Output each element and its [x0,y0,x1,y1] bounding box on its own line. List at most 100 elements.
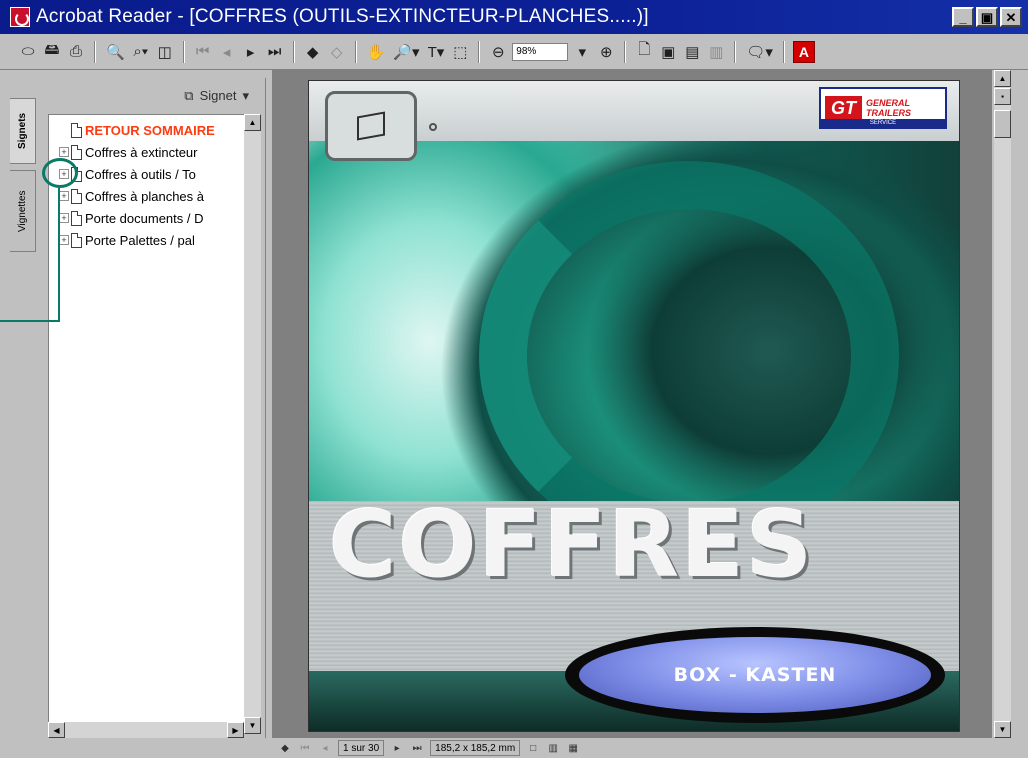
toolbar-separator [782,40,785,63]
zoom-dropdown-icon[interactable]: ▾ [572,40,592,64]
page-up-icon[interactable]: ▪ [994,88,1011,105]
reflow-icon[interactable]: ▥ [706,40,726,64]
toolbar-separator [734,40,737,63]
callout-line [0,320,60,322]
callout-circle [42,158,78,188]
bookmark-item[interactable]: + Coffres à outils / To [59,163,249,185]
find-icon[interactable]: 🔍 [104,40,127,64]
single-page-icon[interactable]: □ [526,741,540,755]
toolbar-separator [478,40,481,63]
restore-button[interactable]: ▣ [976,7,998,27]
expand-icon[interactable]: + [59,213,69,223]
acrobat-logo-icon[interactable]: A [792,40,815,63]
scroll-up-icon[interactable]: ▲ [244,114,261,131]
scroll-thumb[interactable] [994,110,1011,138]
page-layout-icon[interactable]: ◆ [278,741,292,755]
bookmark-item[interactable]: + Porte documents / D [59,207,249,229]
bookmark-label: Coffres à outils / To [85,166,196,182]
open-icon[interactable]: ⬭ [18,40,38,64]
scroll-down-icon[interactable]: ▼ [994,721,1011,738]
tab-thumbnails[interactable]: Vignettes [10,170,36,252]
prev-page-icon[interactable]: ◂ [318,741,332,755]
document-icon [71,122,82,138]
go-back-icon[interactable]: ◆ [303,40,323,64]
bookmark-label: Porte documents / D [85,210,204,226]
expand-icon[interactable]: + [59,147,69,157]
zoom-in-icon[interactable]: ⊕ [596,40,616,64]
prev-page-icon[interactable]: ◂ [217,40,237,64]
logo-line: TRAILERS [866,108,911,118]
bookmark-tree: RETOUR SOMMAIRE + Coffres à extincteur +… [48,114,252,734]
status-bar: ◆ ⏮ ◂ 1 sur 30 ▸ ⏭ 185,2 x 185,2 mm □ ▥ … [272,738,992,758]
go-forward-icon[interactable]: ◇ [327,40,347,64]
scroll-left-icon[interactable]: ◀ [48,722,65,738]
last-page-icon[interactable]: ⏭ [410,741,424,755]
actual-size-icon[interactable]: 🗋 [634,40,654,64]
cube-icon [357,111,385,141]
badge: BOX - KASTEN [565,627,945,723]
hand-tool-icon[interactable]: ✋ [365,40,388,64]
document-icon [71,210,82,226]
bookmark-label: Coffres à planches à [85,188,204,204]
text-select-icon[interactable]: T▾ [426,40,447,64]
scroll-down-icon[interactable]: ▼ [244,717,261,734]
bookmark-menu-icon: ⧉ [184,88,194,103]
bookmark-label: RETOUR SOMMAIRE [85,122,215,138]
show-hide-icon[interactable]: ◫ [155,40,175,64]
comment-icon[interactable]: 🗨▾ [744,40,775,64]
logo-mark: GT [825,95,862,121]
facing-pages-icon[interactable]: ▦ [566,741,580,755]
graphics-select-icon[interactable]: ⬚ [450,40,470,64]
bookmarks-hscrollbar[interactable]: ◀ ▶ [48,722,244,738]
chevron-down-icon: ▾ [242,88,249,103]
callout-line [58,188,60,322]
close-button[interactable]: ✕ [1000,7,1022,27]
bookmark-item[interactable]: + Porte Palettes / pal [59,229,249,251]
toolbar-separator [624,40,627,63]
next-page-icon[interactable]: ▸ [241,40,261,64]
fit-page-icon[interactable]: ▣ [658,40,678,64]
bookmark-menu-button[interactable]: ⧉ Signet ▾ [184,88,249,104]
box-icon [325,91,417,161]
first-page-icon[interactable]: ⏮ [298,741,312,755]
bookmark-menu-label: Signet [199,88,237,103]
print-icon[interactable]: ⎙ [66,40,86,64]
document-scrollbar[interactable]: ▲ ▪ ▼ [994,70,1011,738]
save-icon[interactable]: 🖴 [42,40,62,64]
page-indicator[interactable]: 1 sur 30 [338,740,385,756]
zoom-field[interactable]: 98% [512,42,569,61]
toolbar-separator [292,40,295,63]
document-icon [71,144,82,160]
scroll-right-icon[interactable]: ▶ [227,722,244,738]
search-icon[interactable]: ⌕▾ [131,40,151,64]
zoom-out-icon[interactable]: ⊖ [488,40,508,64]
document-icon [71,232,82,248]
page-size: 185,2 x 185,2 mm [430,740,521,756]
expand-icon[interactable]: + [59,235,69,245]
bookmark-item[interactable]: RETOUR SOMMAIRE [59,119,249,141]
toolbar-separator [182,40,185,63]
title-bar[interactable]: Acrobat Reader - [COFFRES (OUTILS-EXTINC… [0,0,1028,34]
document-page[interactable]: GT GENERAL TRAILERS SERVICE COFFRES BOX … [308,80,960,732]
page-title: COFFRES [329,491,815,598]
scroll-up-icon[interactable]: ▲ [994,70,1011,87]
fit-width-icon[interactable]: ▤ [682,40,702,64]
last-page-icon[interactable]: ⏭ [265,40,285,64]
toolbar-separator [94,40,96,63]
expand-icon[interactable]: + [59,191,69,201]
window-controls: _ ▣ ✕ [952,7,1022,27]
acrobat-app-icon[interactable] [10,7,30,27]
document-icon [71,188,82,204]
zoom-tool-icon[interactable]: 🔎▾ [391,40,421,64]
bookmark-item[interactable]: + Coffres à extincteur [59,141,249,163]
tree-spacer [59,125,69,135]
continuous-icon[interactable]: ▥ [546,741,560,755]
minimize-button[interactable]: _ [952,7,974,27]
bookmark-item[interactable]: + Coffres à planches à [59,185,249,207]
bookmarks-scrollbar[interactable]: ▲ ▼ [244,114,261,734]
first-page-icon[interactable]: ⏮ [193,40,213,64]
tab-bookmarks[interactable]: Signets [10,98,36,164]
navigation-tabs: Signets Vignettes [10,98,40,738]
next-page-icon[interactable]: ▸ [390,741,404,755]
badge-inner: BOX - KASTEN [579,637,931,713]
